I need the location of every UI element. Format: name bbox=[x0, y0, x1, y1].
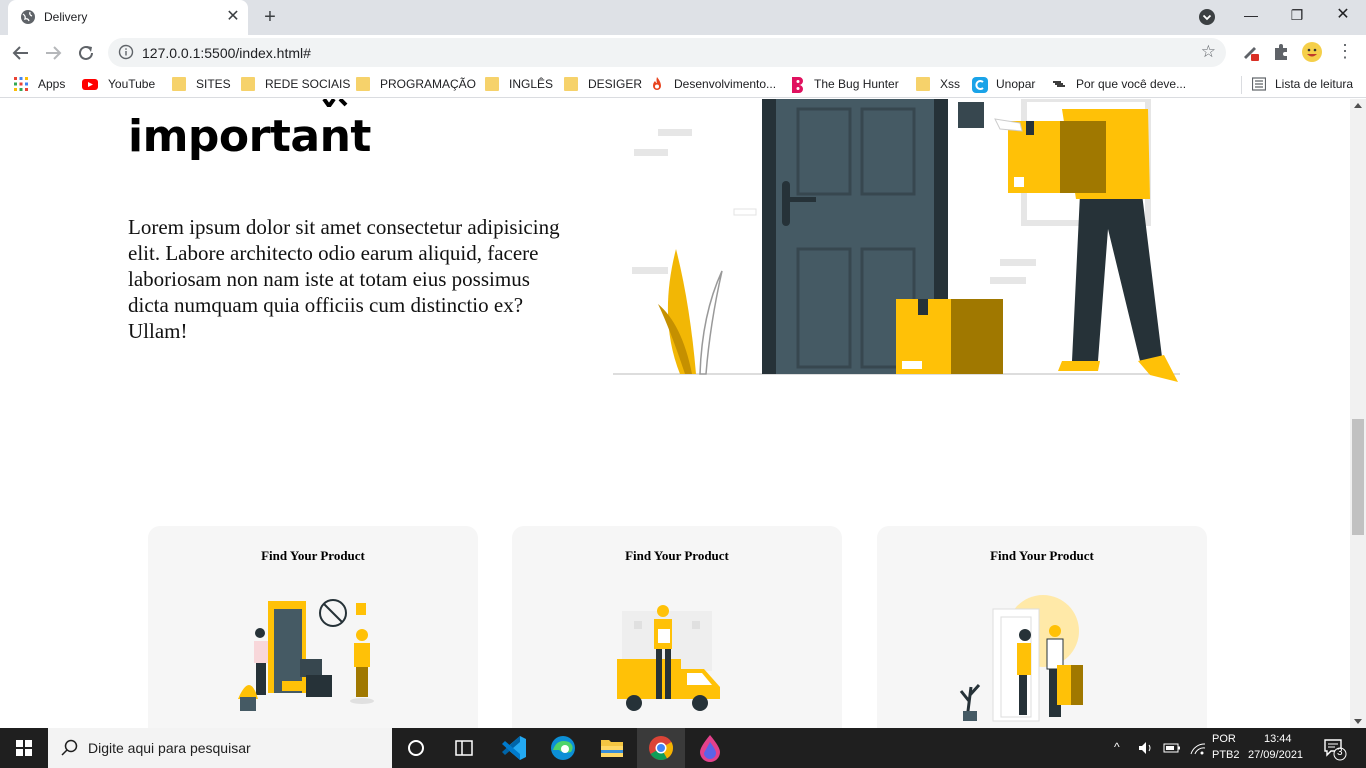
menu-kebab-icon[interactable]: ⋮ bbox=[1334, 41, 1356, 63]
clock-date[interactable]: 27/09/2021 bbox=[1248, 749, 1303, 761]
keyboard-layout[interactable]: PTB2 bbox=[1212, 749, 1240, 761]
doorstep-handover-illustration bbox=[959, 595, 1083, 722]
extension-pen-icon[interactable] bbox=[1240, 41, 1262, 63]
bug-hunter-icon bbox=[792, 77, 803, 93]
back-arrow-icon[interactable] bbox=[8, 40, 34, 66]
scroll-down-arrow[interactable] bbox=[1354, 719, 1362, 724]
search-icon bbox=[61, 739, 78, 756]
tab-title: Delivery bbox=[44, 10, 88, 24]
site-info-icon[interactable] bbox=[118, 44, 134, 60]
close-tab-icon[interactable]: ✕ bbox=[224, 8, 242, 26]
address-bar[interactable]: 127.0.0.1:5500/index.html# ☆ bbox=[108, 38, 1226, 67]
notifications-icon[interactable] bbox=[1322, 736, 1348, 762]
task-view-icon[interactable] bbox=[440, 728, 488, 768]
scroll-up-arrow[interactable] bbox=[1354, 103, 1362, 108]
hero-paragraph: Lorem ipsum dolor sit amet consectetur a… bbox=[128, 215, 560, 343]
bookmark-star-icon[interactable]: ☆ bbox=[1201, 42, 1216, 62]
delivery-door-illustration bbox=[613, 99, 1180, 382]
bookmark-label: PROGRAMAÇÃO bbox=[380, 77, 477, 91]
taskbar-search-box[interactable]: Digite aqui para pesquisar bbox=[48, 728, 392, 768]
card-title: Find Your Product bbox=[625, 548, 729, 563]
heading-overflow-glyph bbox=[322, 99, 348, 107]
unopar-icon bbox=[972, 77, 988, 93]
clock-time[interactable]: 13:44 bbox=[1264, 733, 1292, 745]
search-placeholder: Digite aqui para pesquisar bbox=[88, 740, 251, 756]
close-window-button[interactable]: ✕ bbox=[1320, 0, 1366, 30]
door-delivery-illustration bbox=[238, 599, 374, 711]
product-card[interactable]: Find Your Product bbox=[877, 526, 1207, 728]
bookmarks-separator bbox=[1241, 76, 1242, 94]
windows-taskbar: Digite aqui para pesquisar ^ POR PTB2 13… bbox=[0, 728, 1366, 768]
reading-list-icon bbox=[1252, 77, 1266, 91]
reload-icon[interactable] bbox=[73, 40, 99, 66]
folder-icon bbox=[916, 77, 930, 91]
hero-title: important bbox=[128, 111, 371, 162]
battery-icon[interactable] bbox=[1162, 738, 1182, 758]
bookmark-label: SITES bbox=[196, 77, 231, 91]
bookmark-label: Apps bbox=[38, 77, 66, 91]
profile-avatar-icon[interactable] bbox=[1301, 41, 1323, 63]
globe-icon bbox=[21, 10, 35, 24]
paint-drop-icon[interactable] bbox=[686, 728, 734, 768]
edge-icon[interactable] bbox=[539, 728, 587, 768]
extensions-puzzle-icon[interactable] bbox=[1270, 41, 1292, 63]
youtube-icon bbox=[82, 79, 98, 90]
bookmark-label: Unopar bbox=[996, 77, 1036, 91]
wifi-icon[interactable] bbox=[1188, 738, 1208, 758]
bookmark-label: REDE SOCIAIS bbox=[265, 77, 351, 91]
bookmark-label: Xss bbox=[940, 77, 961, 91]
folder-icon bbox=[241, 77, 255, 91]
folder-icon bbox=[172, 77, 186, 91]
browser-tab[interactable]: Delivery ✕ bbox=[8, 0, 248, 35]
page-viewport: important Lorem ipsum dolor sit amet con… bbox=[0, 99, 1350, 728]
bookmark-label: Desenvolvimento... bbox=[674, 77, 777, 91]
chrome-icon[interactable] bbox=[637, 728, 685, 768]
new-tab-button[interactable]: + bbox=[258, 6, 282, 30]
product-card[interactable]: Find Your Product bbox=[148, 526, 478, 728]
folder-icon bbox=[564, 77, 578, 91]
bookmark-label: YouTube bbox=[108, 77, 156, 91]
flame-icon bbox=[653, 77, 661, 90]
product-card[interactable]: Find Your Product bbox=[512, 526, 842, 728]
notification-count: 3 bbox=[1337, 747, 1343, 758]
delivery-truck-illustration bbox=[617, 605, 720, 711]
bookmark-label: The Bug Hunter bbox=[814, 77, 899, 91]
bookmark-label: DESIGER bbox=[588, 77, 643, 91]
bookmark-label: INGLÊS bbox=[509, 77, 554, 91]
page-scrollbar[interactable] bbox=[1350, 99, 1366, 728]
card-title: Find Your Product bbox=[261, 548, 365, 563]
folder-icon bbox=[485, 77, 499, 91]
browser-toolbar: 127.0.0.1:5500/index.html# ☆ ⋮ bbox=[0, 35, 1366, 70]
apps-grid-icon bbox=[14, 77, 28, 91]
cortana-icon[interactable] bbox=[392, 728, 440, 768]
file-explorer-icon[interactable] bbox=[588, 728, 636, 768]
bookmarks-bar: Apps YouTube SITES REDE SOCIAIS PROGRAMA… bbox=[0, 70, 1366, 98]
folder-icon bbox=[356, 77, 370, 91]
vscode-icon[interactable] bbox=[490, 728, 538, 768]
bookmark-label: Por que você deve... bbox=[1076, 77, 1187, 91]
tab-search-icon[interactable] bbox=[1198, 8, 1216, 26]
restore-button[interactable]: ❐ bbox=[1274, 0, 1320, 30]
scrollbar-thumb[interactable] bbox=[1352, 419, 1364, 535]
forward-arrow-icon[interactable] bbox=[40, 40, 66, 66]
tray-expand-chevron-icon[interactable]: ^ bbox=[1114, 740, 1130, 768]
browser-tab-strip: Delivery ✕ + — ❐ ✕ bbox=[0, 0, 1366, 35]
windows-start-icon[interactable] bbox=[0, 728, 48, 768]
volume-icon[interactable] bbox=[1136, 738, 1156, 758]
minimize-button[interactable]: — bbox=[1228, 0, 1274, 30]
url-text: 127.0.0.1:5500/index.html# bbox=[142, 45, 311, 61]
input-language[interactable]: POR bbox=[1212, 733, 1236, 745]
link-icon bbox=[1053, 81, 1065, 87]
reading-list-label: Lista de leitura bbox=[1275, 77, 1354, 91]
card-title: Find Your Product bbox=[990, 548, 1094, 563]
